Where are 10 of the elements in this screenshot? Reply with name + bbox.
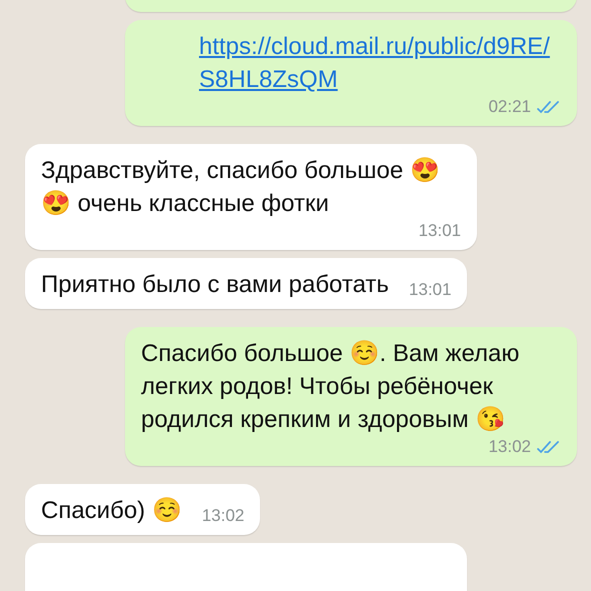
message-time: 02:21: [488, 96, 531, 118]
message-time: 13:01: [418, 220, 461, 242]
message-time: 13:01: [408, 279, 452, 301]
message-text: Спасибо) ☺: [41, 496, 182, 526]
message-time: 13:02: [488, 436, 531, 458]
message-text: Спасибо большое ☺. Вам желаю легких родов! Чтобы ребёночек родился крепким и здоровым 😘: [141, 339, 520, 435]
message-link[interactable]: https://cloud.mail.ru/public/d9RE/S8HL8ZsQM: [199, 30, 561, 96]
message-text: Здравствуйте, спасибо большое 😍😍 очень классные фотки: [41, 156, 441, 219]
message-text: Приятно было с вами работать: [41, 270, 389, 300]
message-time: 13:02: [202, 505, 244, 527]
